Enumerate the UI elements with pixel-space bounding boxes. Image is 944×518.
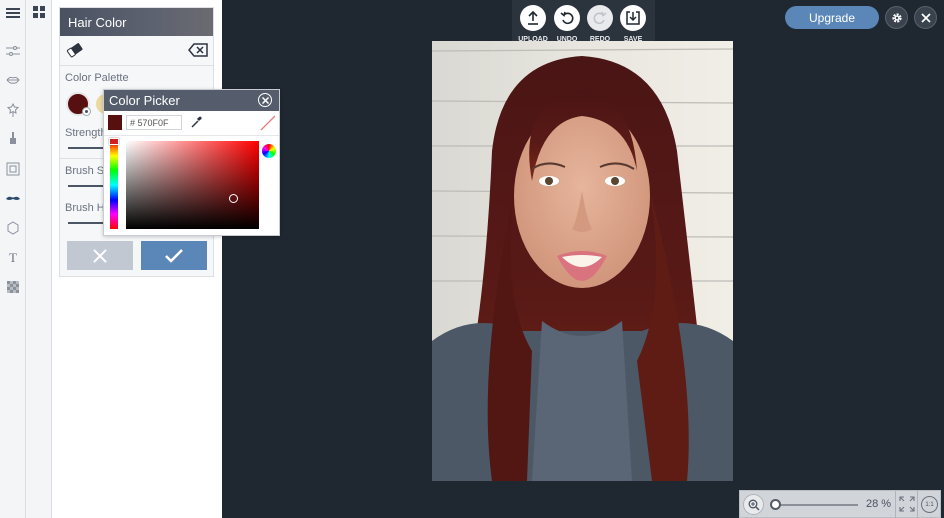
- brush-hardness-slider[interactable]: [68, 222, 108, 224]
- photo-canvas[interactable]: [432, 41, 733, 481]
- color-picker-header: Color Picker: [104, 90, 279, 111]
- undo-button[interactable]: [554, 5, 580, 31]
- apply-button[interactable]: [141, 241, 207, 270]
- clear-backspace-icon[interactable]: [188, 43, 208, 62]
- secondary-rail: [26, 0, 52, 518]
- save-icon: [626, 11, 640, 25]
- panel-area: Hair Color Color Palette Strength Brush …: [52, 0, 222, 518]
- close-icon: [261, 96, 269, 104]
- zoom-in-button[interactable]: [743, 494, 764, 515]
- zoom-slider-thumb[interactable]: [770, 499, 781, 510]
- selected-color-swatch[interactable]: [66, 92, 91, 116]
- upload-button[interactable]: [520, 5, 546, 31]
- menu-icon[interactable]: [5, 5, 21, 21]
- saturation-value-area[interactable]: [126, 141, 259, 229]
- hue-slider-handle[interactable]: [109, 138, 119, 145]
- adjustments-icon[interactable]: [5, 43, 21, 59]
- portrait-image: [432, 41, 733, 481]
- settings-button[interactable]: [885, 6, 908, 29]
- divider: [895, 491, 896, 518]
- color-wheel-icon[interactable]: [262, 144, 276, 158]
- panel-tools: [60, 36, 213, 66]
- brush-icon[interactable]: [5, 131, 21, 147]
- one-to-one-icon: 1:1: [925, 501, 934, 508]
- hue-slider[interactable]: [110, 141, 118, 229]
- panel-title: Hair Color: [60, 8, 213, 36]
- undo-icon: [560, 11, 574, 25]
- eyedropper-icon[interactable]: [190, 116, 202, 134]
- upgrade-button[interactable]: Upgrade: [785, 6, 879, 29]
- brush-size-label: Brush Si: [65, 165, 107, 177]
- cancel-button[interactable]: [67, 241, 133, 270]
- expand-icon: [899, 496, 915, 512]
- text-icon[interactable]: T: [5, 249, 21, 265]
- zoom-bar: 28 % 1:1: [739, 490, 941, 518]
- strength-label: Strength: [65, 127, 107, 139]
- lips-icon[interactable]: [5, 72, 21, 88]
- color-picker-dialog: Color Picker: [103, 89, 280, 236]
- saturation-value-handle[interactable]: [229, 194, 238, 203]
- color-picker-close-button[interactable]: [258, 93, 272, 107]
- close-icon: [93, 248, 107, 263]
- texture-icon[interactable]: [5, 279, 21, 295]
- upload-icon: [528, 11, 538, 25]
- hex-color-input[interactable]: [126, 115, 182, 130]
- eraser-icon[interactable]: [66, 42, 84, 63]
- svg-text:T: T: [9, 250, 17, 264]
- zoom-slider-track[interactable]: [774, 504, 858, 506]
- close-app-button[interactable]: [914, 6, 937, 29]
- shape-icon[interactable]: [5, 220, 21, 236]
- actual-size-button[interactable]: 1:1: [921, 496, 938, 513]
- redo-icon: [593, 11, 607, 25]
- brush-size-slider[interactable]: [68, 185, 108, 187]
- magnifier-plus-icon: [748, 499, 760, 511]
- redo-button[interactable]: [587, 5, 613, 31]
- grid-icon[interactable]: [32, 5, 46, 19]
- checkmark-icon: [165, 248, 183, 263]
- zoom-percent: 28 %: [866, 498, 892, 510]
- fit-screen-button[interactable]: [899, 496, 915, 517]
- mustache-icon[interactable]: [5, 190, 21, 206]
- close-icon: [920, 12, 931, 23]
- divider: [917, 491, 918, 518]
- tool-rail: T: [0, 0, 26, 518]
- color-picker-input-row: [108, 114, 276, 132]
- edit-color-icon[interactable]: [82, 107, 91, 116]
- divider: [104, 135, 279, 136]
- gear-icon: [891, 12, 902, 23]
- current-color-swatch: [108, 115, 122, 130]
- frame-icon[interactable]: [5, 161, 21, 177]
- color-palette-label: Color Palette: [65, 72, 129, 84]
- strength-slider[interactable]: [68, 147, 108, 149]
- wand-icon[interactable]: [5, 102, 21, 118]
- no-color-icon[interactable]: [260, 115, 276, 131]
- save-button[interactable]: [620, 5, 646, 31]
- color-picker-title: Color Picker: [109, 93, 180, 108]
